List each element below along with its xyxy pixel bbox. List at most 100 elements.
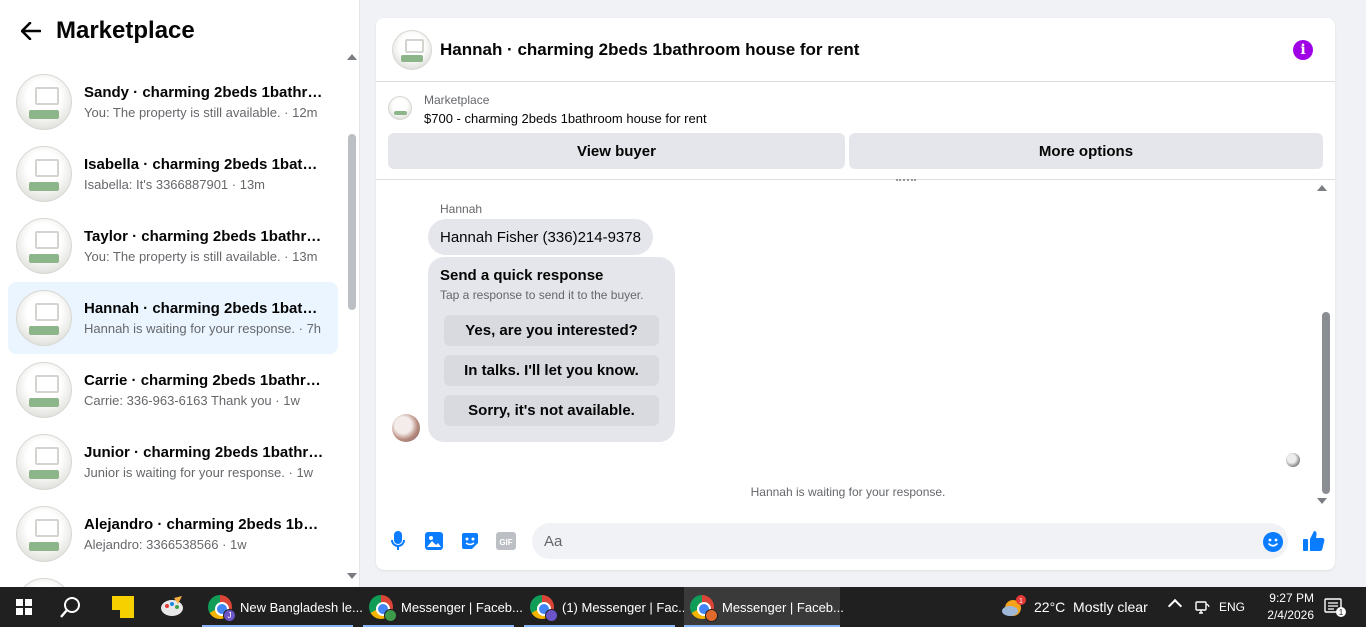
conversation-item[interactable]: Taylor · charming 2beds 1bathroom house … bbox=[8, 210, 338, 282]
listing-avatar bbox=[16, 578, 72, 587]
network-icon[interactable] bbox=[1194, 599, 1210, 615]
conversation-item[interactable]: Alejandro · charming 2beds 1bathroom hou… bbox=[8, 498, 338, 570]
message-bubble[interactable]: Hannah Fisher (336)214-9378 bbox=[428, 219, 653, 255]
taskbar-app-label: New Bangladesh le... bbox=[240, 599, 363, 615]
taskbar-app-chrome-active[interactable]: Messenger | Faceb... bbox=[684, 587, 844, 627]
conversation-preview: You: The property is still available. bbox=[84, 249, 281, 264]
chrome-icon bbox=[369, 595, 397, 622]
clock-date: 2/4/2026 bbox=[1267, 608, 1314, 622]
image-icon[interactable] bbox=[424, 531, 444, 551]
clock[interactable]: 9:27 PM 2/4/2026 bbox=[1250, 590, 1314, 624]
conversation-preview: Carrie: 336-963-6163 Thank you bbox=[84, 393, 272, 408]
waiting-status: Hannah is waiting for your response. bbox=[750, 485, 946, 499]
notification-icon[interactable]: 1 bbox=[1324, 597, 1346, 617]
gif-icon[interactable]: GIF bbox=[496, 531, 516, 551]
conversation-preview: Alejandro: 3366538566 bbox=[84, 537, 219, 552]
conversation-name: Junior · charming 2beds 1bathroom house … bbox=[84, 444, 324, 461]
marketplace-listing-panel: Marketplace $700 - charming 2beds 1bathr… bbox=[376, 82, 1335, 180]
sticky-notes-icon[interactable] bbox=[112, 596, 134, 618]
conversation-time: 1w bbox=[283, 393, 300, 408]
conversation-item[interactable]: Isabella · charming 2beds 1bathroom hous… bbox=[8, 138, 338, 210]
quick-response-card: Send a quick response Tap a response to … bbox=[428, 257, 675, 442]
message-input[interactable] bbox=[532, 523, 1288, 559]
conversation-name: Alejandro · charming 2beds 1bathroom hou… bbox=[84, 516, 324, 533]
quick-response-subtitle: Tap a response to send it to the buyer. bbox=[440, 288, 644, 302]
quick-response-title: Send a quick response bbox=[440, 267, 604, 284]
windows-start-icon[interactable] bbox=[16, 599, 32, 615]
language-indicator[interactable]: ENG bbox=[1219, 600, 1245, 614]
chevron-up-icon[interactable] bbox=[1167, 598, 1183, 614]
scroll-down-arrow-icon[interactable] bbox=[1317, 498, 1327, 504]
windows-taskbar: J New Bangladesh le... Messenger | Faceb… bbox=[0, 587, 1366, 627]
chrome-icon bbox=[690, 595, 718, 622]
listing-thumbnail[interactable] bbox=[388, 96, 412, 120]
conversation-item[interactable]: Junior · charming 2beds 1bathroom house … bbox=[8, 426, 338, 498]
quick-response-interested-button[interactable]: Yes, are you interested? bbox=[444, 315, 659, 346]
sidebar-scrollbar[interactable] bbox=[345, 52, 359, 584]
conversation-list: Sandy · charming 2beds 1bathroom house f… bbox=[8, 66, 338, 587]
conversation-preview: Junior is waiting for your response. bbox=[84, 465, 285, 480]
svg-text:1: 1 bbox=[1019, 598, 1023, 605]
taskbar-app-label: (1) Messenger | Fac... bbox=[562, 599, 689, 615]
conversation-name: Hannah · charming 2beds 1bathroom house … bbox=[84, 300, 324, 317]
chat-scroll-thumb[interactable] bbox=[1322, 312, 1330, 494]
conversation-time: 7h bbox=[306, 321, 322, 336]
taskbar-app-chrome[interactable]: Messenger | Faceb... bbox=[363, 587, 523, 627]
marketplace-label: Marketplace bbox=[424, 93, 490, 107]
chat-panel: Hannah · charming 2beds 1bathroom house … bbox=[376, 18, 1335, 570]
conversation-preview: Hannah is waiting for your response. bbox=[84, 321, 296, 336]
chat-title[interactable]: Hannah · charming 2beds 1bathroom house … bbox=[440, 40, 859, 60]
scroll-up-arrow-icon[interactable] bbox=[347, 54, 357, 60]
conversation-item[interactable]: Carrie · charming 2beds 1bathroom house … bbox=[8, 354, 338, 426]
conversation-time: 12m bbox=[292, 105, 318, 120]
quick-response-not-available-button[interactable]: Sorry, it's not available. bbox=[444, 395, 659, 426]
mic-icon[interactable] bbox=[388, 531, 408, 551]
sender-avatar[interactable] bbox=[392, 414, 420, 442]
taskbar-app-chrome[interactable]: (1) Messenger | Fac... bbox=[524, 587, 689, 627]
scroll-up-arrow-icon[interactable] bbox=[1317, 185, 1327, 191]
chat-avatar[interactable] bbox=[392, 29, 432, 70]
chat-header: Hannah · charming 2beds 1bathroom house … bbox=[376, 18, 1335, 82]
taskbar-app-label: Messenger | Faceb... bbox=[722, 599, 844, 615]
listing-avatar bbox=[16, 218, 72, 274]
taskbar-app-chrome[interactable]: J New Bangladesh le... bbox=[202, 587, 363, 627]
conversation-name: Sandy · charming 2beds 1bathroom house f… bbox=[84, 84, 324, 101]
listing-title[interactable]: $700 - charming 2beds 1bathroom house fo… bbox=[424, 111, 707, 126]
weather-icon[interactable]: 1 bbox=[1001, 595, 1027, 619]
taskbar-app-label: Messenger | Faceb... bbox=[401, 599, 523, 615]
weather-text[interactable]: 22°C Mostly clear bbox=[1034, 599, 1148, 615]
conversation-preview: You: The property is still available. bbox=[84, 105, 281, 120]
conversation-time: 13m bbox=[292, 249, 318, 264]
sender-name: Hannah bbox=[440, 202, 483, 216]
sidebar-header: Marketplace bbox=[0, 0, 345, 62]
listing-avatar bbox=[16, 290, 72, 346]
conversation-item-partial[interactable] bbox=[8, 570, 338, 587]
message-composer: GIF bbox=[376, 521, 1335, 561]
conversation-time: 13m bbox=[239, 177, 266, 192]
conversation-item[interactable]: Sandy · charming 2beds 1bathroom house f… bbox=[8, 66, 338, 138]
like-icon[interactable] bbox=[1302, 529, 1326, 553]
conversation-time: 1w bbox=[230, 537, 247, 552]
view-buyer-button[interactable]: View buyer bbox=[388, 133, 845, 169]
paint-icon[interactable] bbox=[160, 596, 184, 618]
conversation-name: Carrie · charming 2beds 1bathroom house … bbox=[84, 372, 324, 389]
listing-avatar bbox=[16, 434, 72, 490]
back-arrow-icon[interactable] bbox=[20, 20, 42, 42]
info-icon[interactable]: i bbox=[1293, 40, 1313, 60]
chrome-icon: J bbox=[208, 595, 236, 622]
seen-indicator-avatar bbox=[1286, 453, 1300, 467]
sidebar-title: Marketplace bbox=[56, 17, 195, 44]
conversation-item-selected[interactable]: Hannah · charming 2beds 1bathroom house … bbox=[8, 282, 338, 354]
sticker-icon[interactable] bbox=[460, 531, 480, 551]
search-icon[interactable] bbox=[60, 596, 82, 618]
quick-response-in-talks-button[interactable]: In talks. I'll let you know. bbox=[444, 355, 659, 386]
more-options-button[interactable]: More options bbox=[849, 133, 1323, 169]
svg-text:GIF: GIF bbox=[499, 538, 512, 547]
conversation-preview: Isabella: It's 3366887901 bbox=[84, 177, 229, 192]
scroll-down-arrow-icon[interactable] bbox=[347, 573, 357, 579]
conversation-name: Isabella · charming 2beds 1bathroom hous… bbox=[84, 156, 324, 173]
emoji-icon[interactable] bbox=[1263, 532, 1283, 552]
sidebar-scroll-thumb[interactable] bbox=[348, 134, 356, 310]
listing-avatar bbox=[16, 362, 72, 418]
listing-avatar bbox=[16, 146, 72, 202]
